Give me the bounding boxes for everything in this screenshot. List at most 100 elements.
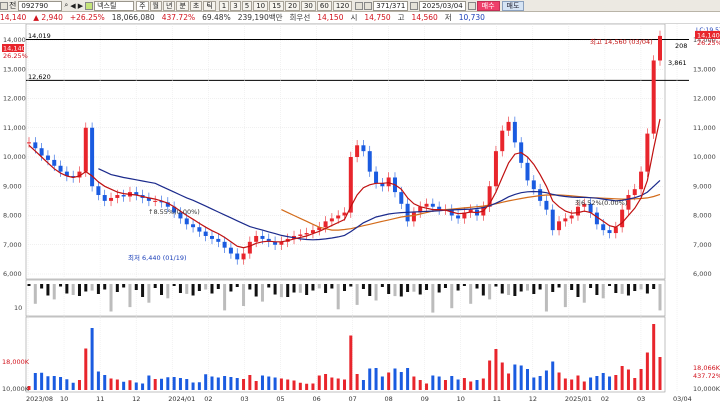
volume-bar[interactable] bbox=[576, 375, 580, 391]
search-icon[interactable]: ⌕ bbox=[64, 1, 68, 10]
volume-bar[interactable] bbox=[210, 376, 214, 391]
volume-bar[interactable] bbox=[374, 368, 378, 390]
candle-body[interactable] bbox=[531, 180, 536, 190]
candle-body[interactable] bbox=[550, 209, 555, 231]
volume-bar[interactable] bbox=[425, 383, 429, 391]
candle-body[interactable] bbox=[96, 186, 101, 196]
candle-body[interactable] bbox=[512, 121, 517, 143]
candle-body[interactable] bbox=[506, 121, 511, 131]
volume-bar[interactable] bbox=[450, 376, 454, 390]
volume-bar[interactable] bbox=[544, 370, 548, 391]
candle-body[interactable] bbox=[216, 238, 221, 242]
settings-icon[interactable] bbox=[355, 1, 364, 10]
volume-bar[interactable] bbox=[160, 378, 164, 390]
candle-body[interactable] bbox=[121, 195, 126, 197]
sell-button[interactable]: 매도 bbox=[501, 0, 525, 11]
volume-bar[interactable] bbox=[317, 375, 321, 391]
candle-body[interactable] bbox=[197, 227, 202, 232]
candle-body[interactable] bbox=[33, 142, 38, 149]
candle-body[interactable] bbox=[115, 195, 120, 198]
volume-bar[interactable] bbox=[361, 380, 365, 390]
candle-body[interactable] bbox=[563, 218, 568, 222]
candle-body[interactable] bbox=[601, 224, 606, 231]
volume-bar[interactable] bbox=[608, 376, 612, 391]
volume-bar[interactable] bbox=[324, 374, 328, 390]
volume-bar[interactable] bbox=[71, 382, 75, 390]
code-input[interactable]: 092790 bbox=[18, 0, 63, 11]
candle-body[interactable] bbox=[254, 235, 259, 242]
candle-body[interactable] bbox=[613, 227, 618, 234]
candle-body[interactable] bbox=[386, 177, 391, 187]
candle-body[interactable] bbox=[355, 145, 360, 157]
interval-button-1[interactable]: 1 bbox=[218, 1, 230, 11]
candle-body[interactable] bbox=[342, 212, 347, 216]
volume-bar[interactable] bbox=[368, 368, 372, 391]
volume-bar[interactable] bbox=[519, 365, 523, 391]
volume-bar[interactable] bbox=[229, 377, 233, 390]
price-chart[interactable]: 14,000 14,00013,000 13,00012,000 12,00011,0… bbox=[0, 24, 720, 404]
volume-bar[interactable] bbox=[191, 382, 195, 391]
interval-button-60[interactable]: 60 bbox=[316, 1, 332, 11]
volume-bar[interactable] bbox=[90, 328, 94, 390]
volume-bar[interactable] bbox=[204, 374, 208, 390]
period-button-틱[interactable]: 틱 bbox=[203, 1, 216, 11]
candle-body[interactable] bbox=[658, 35, 662, 61]
volume-bar[interactable] bbox=[65, 379, 69, 390]
candle-body[interactable] bbox=[430, 203, 435, 207]
candle-body[interactable] bbox=[557, 221, 562, 231]
candle-body[interactable] bbox=[569, 215, 574, 219]
volume-bar[interactable] bbox=[197, 382, 201, 390]
volume-bar[interactable] bbox=[185, 379, 189, 390]
volume-bar[interactable] bbox=[103, 375, 107, 390]
calendar-icon[interactable] bbox=[467, 1, 476, 10]
candle-body[interactable] bbox=[304, 233, 309, 235]
volume-bar[interactable] bbox=[481, 378, 485, 391]
candle-body[interactable] bbox=[235, 253, 240, 260]
volume-bar[interactable] bbox=[418, 380, 422, 390]
candle-body[interactable] bbox=[191, 224, 196, 228]
volume-bar[interactable] bbox=[393, 368, 397, 391]
volume-bar[interactable] bbox=[286, 379, 290, 391]
volume-bar[interactable] bbox=[349, 335, 353, 391]
candle-body[interactable] bbox=[374, 171, 379, 184]
interval-button-3[interactable]: 3 bbox=[230, 1, 241, 11]
candle-body[interactable] bbox=[52, 159, 57, 166]
interval-button-20[interactable]: 20 bbox=[285, 1, 300, 11]
volume-bar[interactable] bbox=[557, 372, 561, 391]
buy-button[interactable]: 매수 bbox=[476, 0, 500, 11]
volume-bar[interactable] bbox=[456, 379, 460, 391]
candle-body[interactable] bbox=[323, 221, 328, 228]
volume-bar[interactable] bbox=[166, 377, 170, 390]
next-icon[interactable]: ▶ bbox=[78, 2, 83, 10]
candle-body[interactable] bbox=[109, 197, 114, 201]
candle-body[interactable] bbox=[153, 200, 158, 202]
date-field[interactable]: 2025/03/04 bbox=[419, 0, 466, 11]
volume-bar[interactable] bbox=[551, 361, 555, 391]
volume-bar[interactable] bbox=[538, 376, 542, 390]
candle-body[interactable] bbox=[411, 212, 416, 222]
volume-bar[interactable] bbox=[134, 382, 138, 391]
candle-body[interactable] bbox=[298, 234, 303, 236]
volume-bar[interactable] bbox=[330, 377, 334, 391]
volume-bar[interactable] bbox=[626, 369, 630, 391]
volume-bar[interactable] bbox=[40, 372, 44, 390]
interval-button-30[interactable]: 30 bbox=[300, 1, 316, 11]
candle-body[interactable] bbox=[620, 209, 625, 228]
volume-bar[interactable] bbox=[380, 376, 384, 391]
volume-bar[interactable] bbox=[216, 377, 220, 391]
volume-bar[interactable] bbox=[652, 324, 656, 390]
candle-body[interactable] bbox=[241, 253, 246, 260]
volume-bar[interactable] bbox=[292, 380, 296, 391]
volume-bar[interactable] bbox=[443, 380, 447, 390]
period-button-분[interactable]: 분 bbox=[176, 1, 189, 11]
candle-body[interactable] bbox=[632, 189, 637, 196]
volume-bar[interactable] bbox=[355, 374, 359, 390]
volume-bar[interactable] bbox=[336, 378, 340, 391]
candle-body[interactable] bbox=[645, 133, 650, 172]
volume-bar[interactable] bbox=[589, 377, 593, 391]
candle-body[interactable] bbox=[247, 241, 252, 254]
candle-body[interactable] bbox=[102, 195, 107, 201]
volume-bar[interactable] bbox=[513, 364, 517, 391]
candle-body[interactable] bbox=[456, 215, 461, 219]
volume-bar[interactable] bbox=[645, 352, 649, 391]
